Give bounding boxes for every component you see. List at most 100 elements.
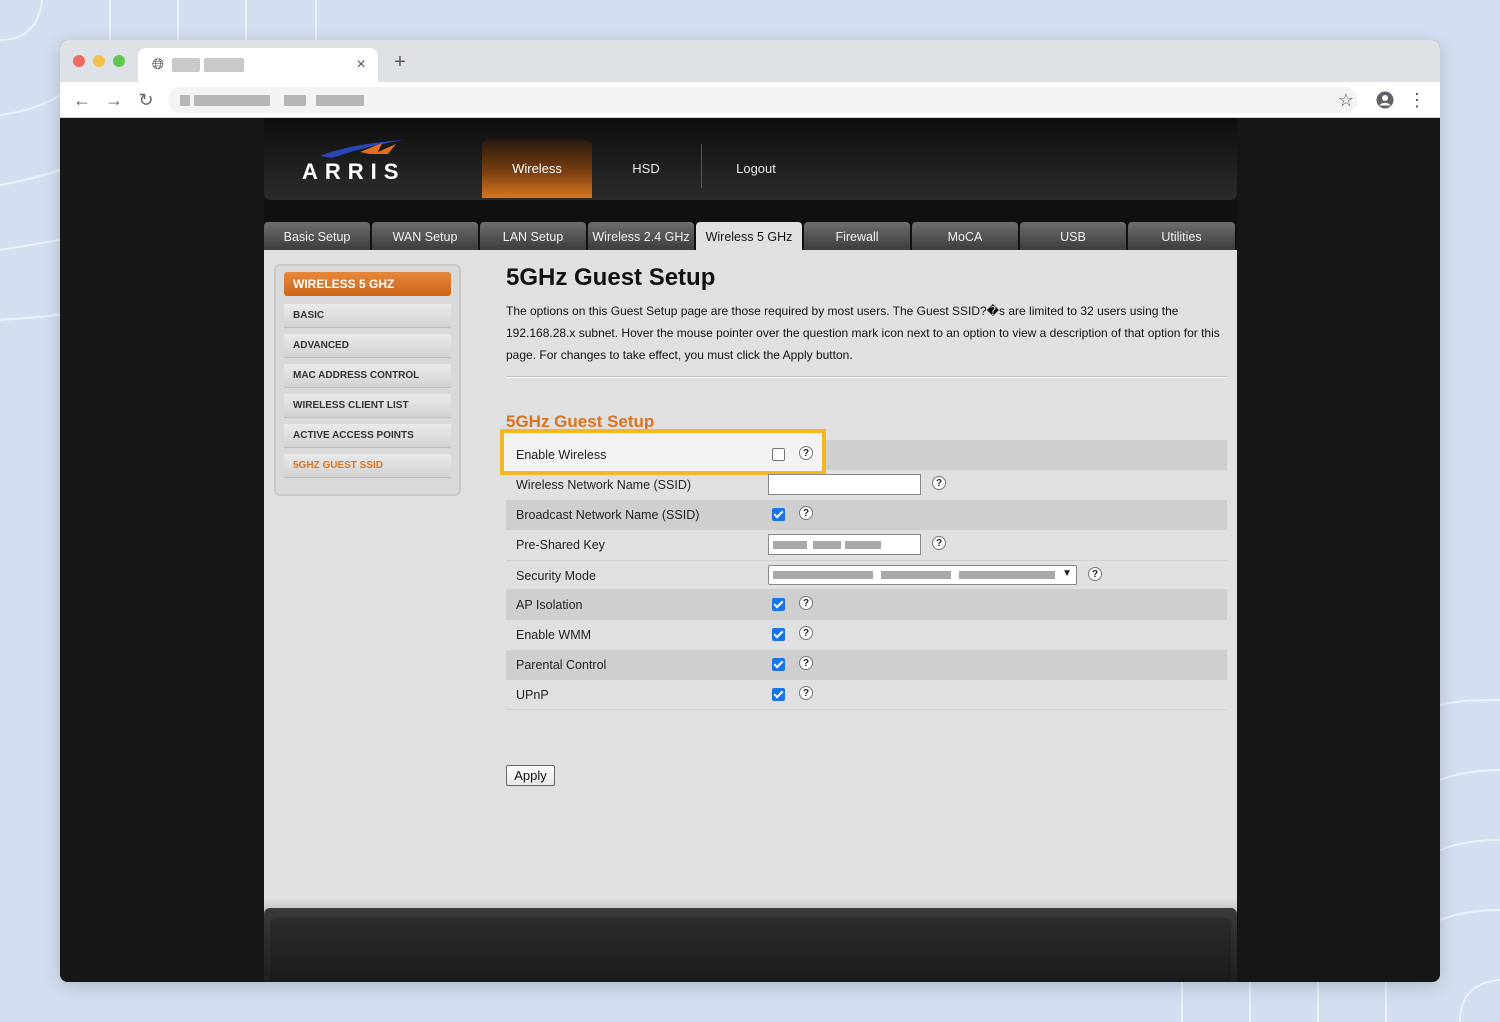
- broadcast-ssid-label: Broadcast Network Name (SSID): [516, 508, 700, 522]
- minimize-window-icon[interactable]: [93, 55, 105, 67]
- security-mode-label: Security Mode: [516, 569, 596, 583]
- browser-window: 🌐︎ × + ← → ↻ ☆ ⋮ ARRIS Wireless HSD Logo…: [60, 40, 1440, 982]
- row-pre-shared-key: Pre-Shared Key ?: [506, 530, 1227, 560]
- nav-hsd[interactable]: HSD: [600, 140, 692, 198]
- tab-wireless-24ghz[interactable]: Wireless 2.4 GHz: [588, 222, 694, 250]
- ssid-label: Wireless Network Name (SSID): [516, 478, 692, 492]
- tab-title-redacted: [172, 58, 200, 72]
- star-icon[interactable]: ☆: [1334, 88, 1358, 112]
- content-panel: WIRELESS 5 GHZ BASIC ADVANCED MAC ADDRES…: [264, 250, 1237, 898]
- arris-logo: ARRIS: [300, 138, 410, 184]
- key-redacted: [813, 541, 841, 549]
- footer-panel: [270, 918, 1231, 982]
- logo-text: ARRIS: [302, 159, 406, 184]
- sidebar-item-basic[interactable]: BASIC: [284, 304, 451, 328]
- enable-wmm-label: Enable WMM: [516, 628, 592, 642]
- page-margin-left: [60, 118, 264, 982]
- pre-shared-key-input[interactable]: [768, 534, 921, 555]
- sidebar-title[interactable]: WIRELESS 5 GHZ: [284, 272, 451, 296]
- browser-tabstrip: 🌐︎ × +: [60, 40, 1440, 82]
- page-margin-right: [1237, 118, 1440, 982]
- tab-moca[interactable]: MoCA: [912, 222, 1018, 250]
- close-tab-icon[interactable]: ×: [352, 56, 370, 74]
- row-broadcast-ssid: Broadcast Network Name (SSID) ?: [506, 500, 1227, 530]
- sidebar: WIRELESS 5 GHZ BASIC ADVANCED MAC ADDRES…: [274, 264, 461, 496]
- row-enable-wireless-tail: [826, 440, 1227, 470]
- reload-icon[interactable]: ↻: [134, 88, 158, 112]
- enable-wmm-checkbox[interactable]: [772, 628, 785, 641]
- key-redacted: [773, 541, 807, 549]
- forward-icon[interactable]: →: [102, 88, 126, 112]
- row-security-mode: Security Mode ▼ ?: [506, 560, 1227, 590]
- page-title: 5GHz Guest Setup: [506, 264, 716, 291]
- tab-usb[interactable]: USB: [1020, 222, 1126, 250]
- router-footer: [264, 908, 1237, 982]
- maximize-window-icon[interactable]: [113, 55, 125, 67]
- security-mode-select[interactable]: ▼: [768, 565, 1077, 585]
- help-icon[interactable]: ?: [799, 686, 813, 700]
- apply-button[interactable]: Apply: [506, 765, 555, 786]
- sidebar-item-5ghz-guest-ssid[interactable]: 5GHZ GUEST SSID: [284, 454, 451, 478]
- help-icon[interactable]: ?: [799, 446, 813, 460]
- help-icon[interactable]: ?: [799, 506, 813, 520]
- tab-title-redacted: [204, 58, 244, 72]
- nav-divider: [701, 144, 702, 188]
- row-ssid: Wireless Network Name (SSID) ?: [506, 470, 1227, 500]
- row-ap-isolation: AP Isolation ?: [506, 590, 1227, 620]
- parental-control-checkbox[interactable]: [772, 658, 785, 671]
- address-bar[interactable]: [168, 87, 1358, 113]
- browser-toolbar: ← → ↻ ☆ ⋮: [60, 82, 1440, 118]
- help-icon[interactable]: ?: [799, 626, 813, 640]
- tab-lan-setup[interactable]: LAN Setup: [480, 222, 586, 250]
- tab-utilities[interactable]: Utilities: [1128, 222, 1235, 250]
- help-icon[interactable]: ?: [1088, 567, 1102, 581]
- key-redacted: [845, 541, 881, 549]
- back-icon[interactable]: ←: [70, 88, 94, 112]
- globe-icon: 🌐︎: [151, 56, 164, 73]
- chevron-down-icon: ▼: [1062, 568, 1072, 579]
- enable-wireless-label: Enable Wireless: [516, 448, 607, 462]
- intro-text: The options on this Guest Setup page are…: [506, 304, 1220, 362]
- enable-wireless-checkbox[interactable]: [772, 448, 785, 461]
- broadcast-ssid-checkbox[interactable]: [772, 508, 785, 521]
- select-value-redacted: [773, 571, 873, 579]
- menu-icon[interactable]: ⋮: [1405, 88, 1429, 112]
- pre-shared-key-label: Pre-Shared Key: [516, 538, 605, 552]
- row-upnp: UPnP ?: [506, 680, 1227, 710]
- row-enable-wmm: Enable WMM ?: [506, 620, 1227, 650]
- upnp-checkbox[interactable]: [772, 688, 785, 701]
- select-value-redacted: [959, 571, 1055, 579]
- sidebar-item-wireless-client-list[interactable]: WIRELESS CLIENT LIST: [284, 394, 451, 418]
- parental-control-label: Parental Control: [516, 658, 607, 672]
- page-viewport: ARRIS Wireless HSD Logout Basic Setup WA…: [60, 118, 1440, 982]
- help-icon[interactable]: ?: [932, 476, 946, 490]
- new-tab-icon[interactable]: +: [390, 52, 410, 72]
- tab-wireless-5ghz[interactable]: Wireless 5 GHz: [696, 222, 802, 250]
- tab-basic-setup[interactable]: Basic Setup: [264, 222, 370, 250]
- url-redacted: [194, 95, 270, 106]
- tab-wan-setup[interactable]: WAN Setup: [372, 222, 478, 250]
- close-window-icon[interactable]: [73, 55, 85, 67]
- help-icon[interactable]: ?: [932, 536, 946, 550]
- sidebar-item-active-access-points[interactable]: ACTIVE ACCESS POINTS: [284, 424, 451, 448]
- url-redacted: [316, 95, 364, 106]
- help-icon[interactable]: ?: [799, 596, 813, 610]
- nav-logout[interactable]: Logout: [710, 140, 802, 198]
- select-value-redacted: [881, 571, 951, 579]
- url-redacted: [284, 95, 306, 106]
- ssid-input[interactable]: [768, 474, 921, 495]
- settings-tabs: Basic Setup WAN Setup LAN Setup Wireless…: [264, 222, 1237, 250]
- sidebar-item-mac-address-control[interactable]: MAC ADDRESS CONTROL: [284, 364, 451, 388]
- row-parental-control: Parental Control ?: [506, 650, 1227, 680]
- upnp-label: UPnP: [516, 688, 549, 702]
- sidebar-item-advanced[interactable]: ADVANCED: [284, 334, 451, 358]
- nav-wireless[interactable]: Wireless: [482, 140, 592, 198]
- tab-firewall[interactable]: Firewall: [804, 222, 910, 250]
- divider: [506, 376, 1227, 378]
- ap-isolation-label: AP Isolation: [516, 598, 583, 612]
- profile-icon[interactable]: [1373, 88, 1397, 112]
- browser-tab[interactable]: 🌐︎ ×: [138, 48, 378, 82]
- url-redacted: [180, 95, 190, 106]
- help-icon[interactable]: ?: [799, 656, 813, 670]
- ap-isolation-checkbox[interactable]: [772, 598, 785, 611]
